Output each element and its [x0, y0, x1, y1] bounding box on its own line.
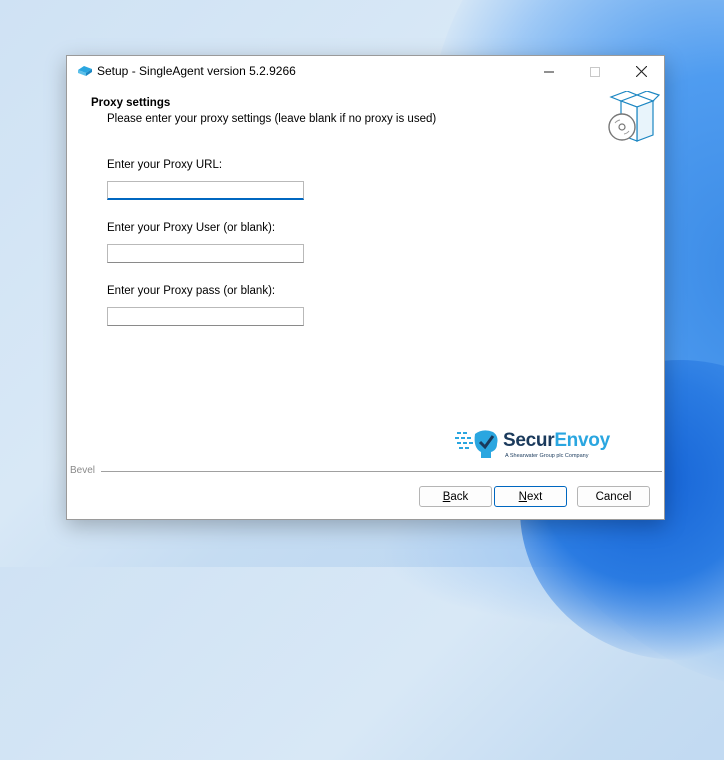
wizard-header: Proxy settings Please enter your proxy s…: [67, 87, 664, 142]
brand-logo: SecurEnvoy A Shearwater Group plc Compan…: [455, 428, 620, 468]
window-title: Setup - SingleAgent version 5.2.9266: [97, 64, 296, 78]
setup-icon: [78, 66, 92, 76]
minimize-button[interactable]: [526, 56, 572, 87]
cancel-button-label: Cancel: [595, 490, 632, 503]
proxy-user-label: Enter your Proxy User (or blank):: [107, 222, 276, 234]
proxy-user-input[interactable]: [107, 244, 304, 263]
cancel-button[interactable]: Cancel: [577, 486, 650, 507]
close-button[interactable]: [618, 56, 664, 87]
maximize-icon: [590, 66, 600, 77]
setup-window: Setup - SingleAgent version 5.2.9266 Pro…: [66, 55, 665, 520]
securenvoy-logo-icon: [455, 430, 498, 458]
back-button[interactable]: Back: [419, 486, 492, 507]
software-box-icon: [608, 91, 661, 142]
next-button[interactable]: Next: [494, 486, 567, 507]
proxy-url-input[interactable]: [107, 181, 304, 200]
proxy-pass-label: Enter your Proxy pass (or blank):: [107, 285, 276, 297]
page-title: Proxy settings: [91, 97, 171, 109]
minimize-icon: [544, 71, 554, 72]
proxy-url-label: Enter your Proxy URL:: [107, 159, 223, 171]
close-icon: [635, 66, 647, 77]
back-button-label: Back: [442, 490, 469, 503]
page-subtitle: Please enter your proxy settings (leave …: [107, 113, 437, 125]
title-bar[interactable]: Setup - SingleAgent version 5.2.9266: [67, 56, 664, 87]
maximize-button[interactable]: [572, 56, 618, 87]
next-button-label: Next: [518, 490, 543, 503]
proxy-pass-input[interactable]: [107, 307, 304, 326]
brand-tagline: A Shearwater Group plc Company: [505, 453, 589, 459]
bevel-divider: [101, 471, 662, 472]
brand-name: SecurEnvoy: [503, 430, 610, 451]
bevel-label: Bevel: [70, 465, 98, 476]
